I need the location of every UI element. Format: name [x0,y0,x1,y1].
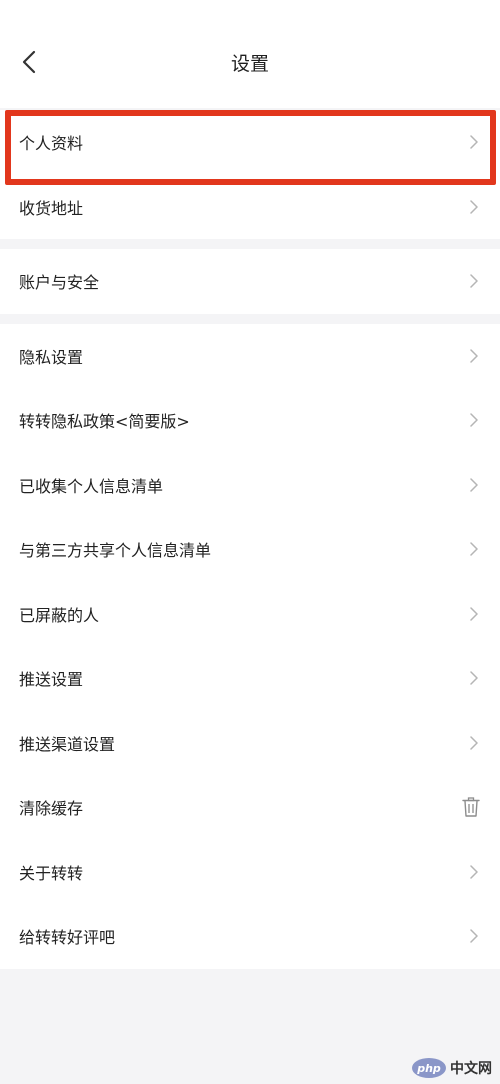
chevron-right-icon [470,412,480,428]
settings-item-about[interactable]: 关于转转 [0,840,500,905]
settings-item-collected-info[interactable]: 已收集个人信息清单 [0,453,500,518]
php-logo: php [412,1058,446,1078]
settings-item-label: 个人资料 [19,134,84,154]
chevron-right-icon [470,273,480,289]
chevron-right-icon [470,928,480,944]
settings-item-label: 给转转好评吧 [19,928,116,948]
chevron-right-icon [470,199,480,215]
watermark: php 中文网 [412,1058,492,1078]
settings-item-label: 隐私设置 [19,347,84,367]
settings-group-privacy: 隐私设置 转转隐私政策<简要版> 已收集个人信息清单 与第三方共享个人信息清单 … [0,323,500,969]
settings-item-rate-app[interactable]: 给转转好评吧 [0,904,500,969]
chevron-right-icon [470,134,480,150]
settings-item-label: 收货地址 [19,198,84,218]
settings-group-account: 账户与安全 [0,249,500,314]
settings-item-clear-cache[interactable]: 清除缓存 [0,775,500,840]
chevron-right-icon [470,477,480,493]
chevron-right-icon [470,864,480,880]
settings-item-push-channel[interactable]: 推送渠道设置 [0,711,500,776]
settings-group-profile: 个人资料 收货地址 [0,110,500,239]
settings-item-label: 关于转转 [19,863,84,883]
settings-item-label: 已收集个人信息清单 [19,476,164,496]
chevron-right-icon [470,541,480,557]
header: 设置 [0,0,500,108]
settings-item-label: 账户与安全 [19,273,100,293]
settings-item-account-security[interactable]: 账户与安全 [0,249,500,314]
page-title: 设置 [230,53,269,75]
settings-item-push-settings[interactable]: 推送设置 [0,646,500,711]
settings-item-label: 与第三方共享个人信息清单 [19,541,212,561]
group-gap [0,239,500,249]
watermark-text: 中文网 [450,1061,492,1077]
group-gap [0,313,500,324]
settings-item-third-party-sharing[interactable]: 与第三方共享个人信息清单 [0,517,500,582]
settings-item-label: 转转隐私政策<简要版> [19,412,190,432]
chevron-right-icon [470,735,480,751]
settings-item-label: 推送渠道设置 [19,734,116,754]
settings-item-profile[interactable]: 个人资料 [0,110,500,175]
settings-item-label: 推送设置 [19,670,84,690]
chevron-right-icon [470,606,480,622]
settings-item-label: 清除缓存 [19,799,84,819]
settings-item-privacy-policy[interactable]: 转转隐私政策<简要版> [0,388,500,453]
trash-icon[interactable] [462,796,482,818]
chevron-right-icon [470,348,480,364]
chevron-right-icon [470,670,480,686]
settings-item-privacy[interactable]: 隐私设置 [0,324,500,389]
settings-item-shipping-address[interactable]: 收货地址 [0,175,500,240]
settings-item-blocked-users[interactable]: 已屏蔽的人 [0,582,500,647]
settings-item-label: 已屏蔽的人 [19,605,100,625]
